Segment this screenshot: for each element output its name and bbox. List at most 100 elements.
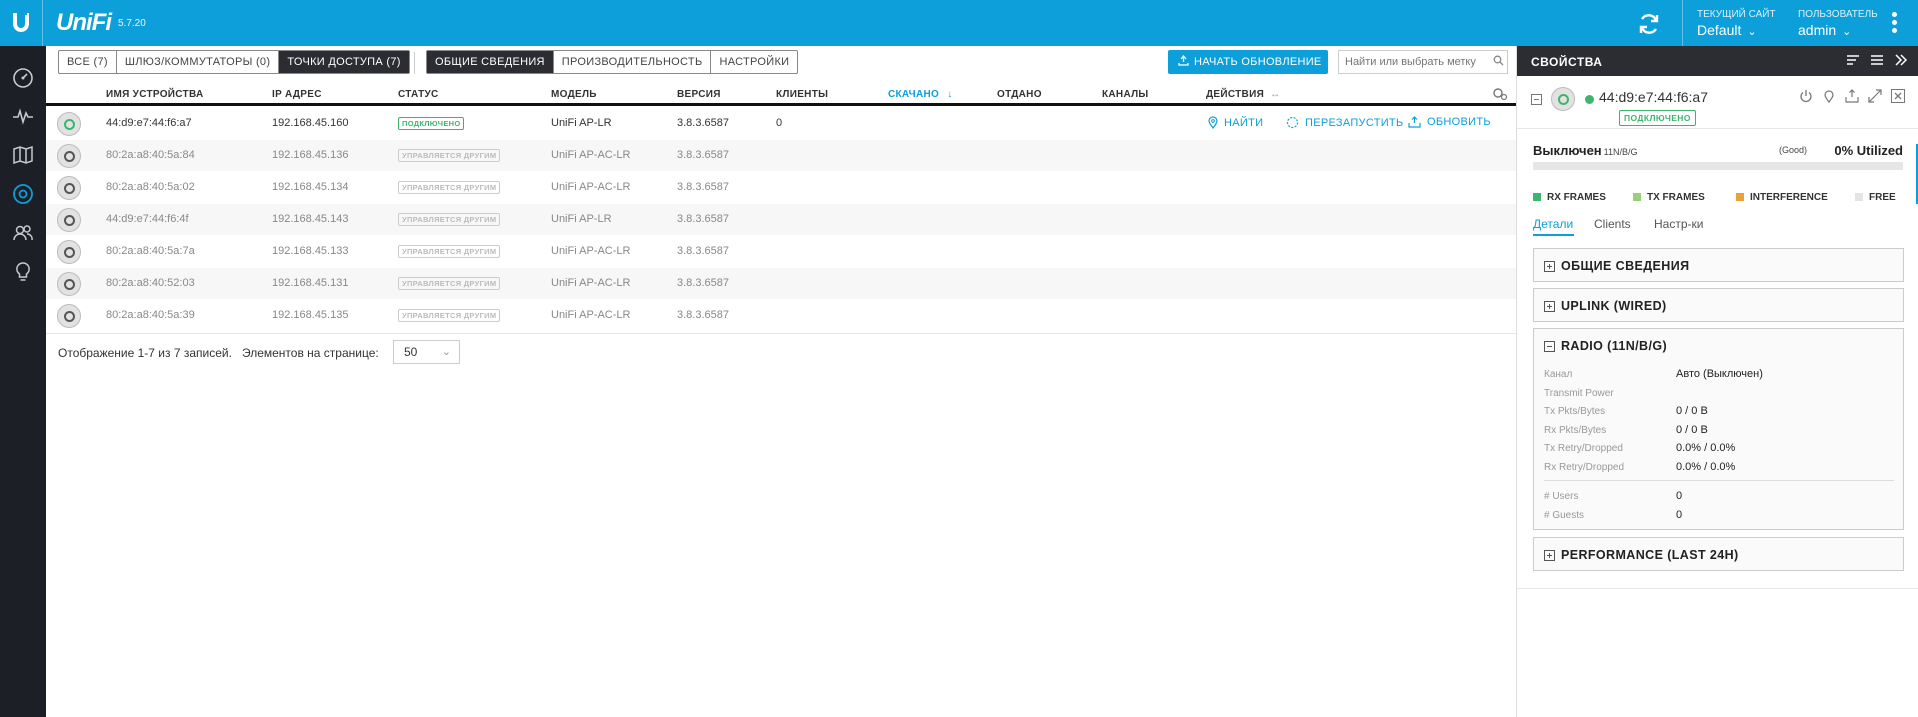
section-radio-title: RADIO (11N/B/G) (1561, 339, 1668, 353)
properties-header: СВОЙСТВА (1517, 46, 1918, 76)
legend-label: RX FRAMES (1547, 192, 1606, 203)
nav-dashboard[interactable] (9, 64, 37, 92)
utilization-percent: 0% Utilized (1834, 143, 1903, 158)
expand-icon[interactable] (1868, 89, 1882, 103)
ubiquiti-logo-icon[interactable] (8, 10, 34, 36)
devices-target-icon (13, 184, 33, 204)
col-device-name[interactable]: ИМЯ УСТРОЙСТВА (106, 89, 204, 100)
upgrade-icon (1408, 116, 1421, 128)
status-badge: УПРАВЛЯЕТСЯ ДРУГИМ (398, 309, 501, 322)
upgrade-icon[interactable] (1845, 89, 1859, 103)
devices-table-body: 44:d9:e7:44:f6:a7 192.168.45.160 ПОДКЛЮЧ… (46, 108, 1516, 332)
device-name[interactable]: 80:2a:a8:40:5a:84 (106, 149, 195, 161)
tab-clients[interactable]: Clients (1594, 217, 1631, 231)
section-overview-header[interactable]: ОБЩИЕ СВЕДЕНИЯ (1544, 259, 1689, 273)
table-row[interactable]: 80:2a:a8:40:5a:02 192.168.45.134 УПРАВЛЯ… (46, 172, 1516, 204)
col-status[interactable]: СТАТУС (398, 89, 439, 100)
top-divider (1682, 0, 1683, 46)
device-name[interactable]: 80:2a:a8:40:52:03 (106, 277, 195, 289)
device-name[interactable]: 80:2a:a8:40:5a:02 (106, 181, 195, 193)
radio-state-text: Выключен (1533, 143, 1602, 158)
section-uplink-header[interactable]: UPLINK (WIRED) (1544, 299, 1667, 313)
section-performance-header[interactable]: PERFORMANCE (LAST 24H) (1544, 548, 1739, 562)
table-row[interactable]: 44:d9:e7:44:f6:4f 192.168.45.143 УПРАВЛЯ… (46, 204, 1516, 236)
per-page-value: 50 (404, 345, 418, 359)
section-uplink[interactable]: UPLINK (WIRED) (1533, 288, 1904, 322)
table-row[interactable]: 44:d9:e7:44:f6:a7 192.168.45.160 ПОДКЛЮЧ… (46, 108, 1516, 140)
device-name[interactable]: 80:2a:a8:40:5a:7a (106, 245, 195, 257)
device-name[interactable]: 80:2a:a8:40:5a:39 (106, 309, 195, 321)
tab-details[interactable]: Детали (1533, 217, 1573, 231)
column-settings-gear-icon[interactable] (1492, 87, 1508, 101)
per-page-select[interactable]: 50 ⌄ (393, 340, 460, 364)
pulse-icon (13, 108, 33, 125)
section-radio-header[interactable]: RADIO (11N/B/G) (1544, 339, 1667, 353)
map-pin-icon[interactable] (1822, 89, 1836, 103)
section-uplink-title: UPLINK (WIRED) (1561, 299, 1667, 313)
filter-access-points[interactable]: ТОЧКИ ДОСТУПА (7) (279, 51, 409, 73)
chevron-down-icon: ⌄ (1842, 26, 1852, 38)
side-navigation (0, 46, 46, 717)
col-actions[interactable]: ДЕЙСТВИЯ ↔ (1206, 89, 1280, 100)
table-row[interactable]: 80:2a:a8:40:52:03 192.168.45.131 УПРАВЛЯ… (46, 268, 1516, 300)
upgrade-device-button[interactable]: ОБНОВИТЬ (1408, 116, 1491, 128)
section-performance[interactable]: PERFORMANCE (LAST 24H) (1533, 537, 1904, 571)
user-menu[interactable]: admin ⌄ (1798, 22, 1851, 38)
table-row[interactable]: 80:2a:a8:40:5a:39 192.168.45.135 УПРАВЛЯ… (46, 300, 1516, 332)
device-name[interactable]: 44:d9:e7:44:f6:a7 (106, 117, 192, 129)
per-page-label: Элементов на странице: (241, 346, 379, 360)
list-icon[interactable] (1869, 53, 1885, 67)
col-channels[interactable]: КАНАЛЫ (1102, 89, 1149, 100)
col-ip-address[interactable]: IP АДРЕС (272, 89, 322, 100)
nav-statistics[interactable] (9, 102, 37, 130)
access-point-icon (1551, 87, 1575, 111)
col-clients[interactable]: КЛИЕНТЫ (776, 89, 828, 100)
radio-detail-value: 0.0% / 0.0% (1676, 461, 1736, 473)
col-version[interactable]: ВЕРСИЯ (677, 89, 721, 100)
align-left-icon[interactable] (1845, 53, 1861, 67)
status-badge: ПОДКЛЮЧЕНО (398, 117, 465, 130)
collapse-panel-icon[interactable] (1893, 53, 1909, 67)
tab-device-settings[interactable]: Настр-ки (1654, 217, 1703, 231)
filter-gateways-switches[interactable]: ШЛЮЗ/КОММУТАТОРЫ (0) (117, 51, 280, 73)
restart-button[interactable]: ПЕРЕЗАПУСТИТЬ (1286, 116, 1403, 129)
col-model[interactable]: МОДЕЛЬ (551, 89, 597, 100)
device-model: UniFi AP-LR (551, 117, 612, 129)
legend-interference: INTERFERENCE (1736, 192, 1828, 203)
selected-device-mac[interactable]: 44:d9:e7:44:f6:a7 (1599, 89, 1708, 105)
close-icon[interactable] (1891, 89, 1905, 103)
section-overview[interactable]: ОБЩИЕ СВЕДЕНИЯ (1533, 248, 1904, 282)
col-sent[interactable]: ОТДАНО (997, 89, 1042, 100)
device-tools (1799, 89, 1905, 103)
tab-performance[interactable]: ПРОИЗВОДИТЕЛЬНОСТЬ (554, 51, 712, 73)
device-type-filter: ВСЕ (7) ШЛЮЗ/КОММУТАТОРЫ (0) ТОЧКИ ДОСТУ… (58, 50, 410, 74)
brand-wordmark[interactable]: UniFi (56, 9, 112, 37)
nav-devices[interactable] (9, 180, 37, 208)
properties-title: СВОЙСТВА (1531, 55, 1603, 69)
upgrade-device-label: ОБНОВИТЬ (1427, 116, 1491, 128)
radio-detail-value: 0 / 0 B (1676, 405, 1708, 417)
locate-label: НАЙТИ (1224, 116, 1264, 129)
device-name[interactable]: 44:d9:e7:44:f6:4f (106, 213, 189, 225)
table-row[interactable]: 80:2a:a8:40:5a:84 192.168.45.136 УПРАВЛЯ… (46, 140, 1516, 172)
more-menu-icon[interactable] (1889, 12, 1899, 38)
locate-button[interactable]: НАЙТИ (1208, 116, 1263, 129)
start-upgrade-button[interactable]: НАЧАТЬ ОБНОВЛЕНИЕ (1168, 50, 1328, 74)
status-badge: УПРАВЛЯЕТСЯ ДРУГИМ (398, 245, 501, 258)
tab-settings[interactable]: НАСТРОЙКИ (711, 51, 797, 73)
table-row[interactable]: 80:2a:a8:40:5a:7a 192.168.45.133 УПРАВЛЯ… (46, 236, 1516, 268)
site-selector[interactable]: Default ⌄ (1697, 22, 1757, 38)
col-downloaded[interactable]: СКАЧАНО ↓ (888, 89, 953, 100)
nav-clients[interactable] (9, 219, 37, 247)
tab-overview[interactable]: ОБЩИЕ СВЕДЕНИЯ (427, 51, 554, 73)
nav-map[interactable] (9, 141, 37, 169)
pager-divider (46, 333, 1516, 334)
search-input[interactable] (1338, 50, 1508, 74)
search-icon[interactable] (1493, 55, 1504, 66)
filter-all[interactable]: ВСЕ (7) (59, 51, 117, 73)
collapse-toggle-icon[interactable] (1531, 94, 1542, 105)
power-icon[interactable] (1799, 89, 1813, 103)
refresh-icon[interactable] (1636, 11, 1662, 37)
nav-insights[interactable] (9, 258, 37, 286)
device-version: 3.8.3.6587 (677, 309, 729, 321)
